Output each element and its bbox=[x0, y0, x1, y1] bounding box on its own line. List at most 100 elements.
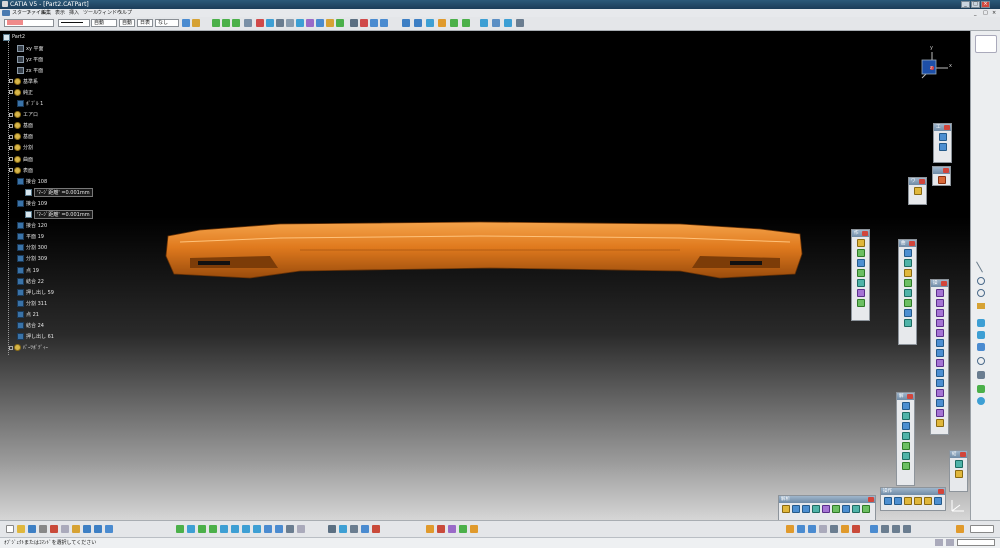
sphere-tool-icon[interactable] bbox=[977, 357, 985, 365]
surface-icon-2[interactable] bbox=[894, 497, 902, 505]
apply-icon[interactable] bbox=[956, 525, 964, 533]
law-icon[interactable] bbox=[954, 460, 963, 468]
save-icon[interactable] bbox=[28, 525, 36, 533]
tree-expand-toggle[interactable] bbox=[9, 112, 13, 117]
axis-icon[interactable] bbox=[286, 19, 294, 27]
surface-icon-6[interactable] bbox=[934, 497, 942, 505]
env-icon[interactable] bbox=[808, 525, 816, 533]
porcupine-icon[interactable] bbox=[901, 432, 910, 440]
join-icon[interactable] bbox=[935, 289, 944, 297]
split-icon[interactable] bbox=[935, 309, 944, 317]
loft-icon[interactable] bbox=[903, 309, 912, 317]
invert-icon[interactable] bbox=[935, 419, 944, 427]
light-bottom-icon[interactable] bbox=[830, 525, 838, 533]
fly-icon[interactable] bbox=[176, 525, 184, 533]
app-menu-icon[interactable] bbox=[2, 10, 10, 16]
fill-tool-icon[interactable] bbox=[977, 319, 985, 327]
tree-item[interactable]: 結合 24 bbox=[17, 322, 44, 330]
menu-tools[interactable]: ツール bbox=[83, 9, 98, 17]
redo-icon[interactable] bbox=[414, 19, 422, 27]
trim-icon[interactable] bbox=[935, 319, 944, 327]
surface-icon-4[interactable] bbox=[914, 497, 922, 505]
light-icon[interactable] bbox=[326, 19, 334, 27]
heal-icon[interactable] bbox=[935, 299, 944, 307]
tree-item[interactable]: 基準系 bbox=[9, 77, 38, 85]
tree-item[interactable]: 分割 309 bbox=[17, 255, 47, 263]
multi-view-icon[interactable] bbox=[297, 525, 305, 533]
texture-icon[interactable] bbox=[819, 525, 827, 533]
scene-icon[interactable] bbox=[797, 525, 805, 533]
palette-close-icon[interactable] bbox=[960, 452, 966, 457]
tree-expand-toggle[interactable] bbox=[9, 145, 13, 150]
rotate-icon[interactable] bbox=[222, 19, 230, 27]
point-icon[interactable] bbox=[856, 239, 865, 247]
spline-icon[interactable] bbox=[856, 299, 865, 307]
plane-icon[interactable] bbox=[856, 259, 865, 267]
painter-icon[interactable] bbox=[182, 19, 190, 27]
blend-tool-icon[interactable] bbox=[977, 371, 985, 379]
extract-icon[interactable] bbox=[935, 339, 944, 347]
sketch-icon[interactable] bbox=[266, 19, 274, 27]
command-input[interactable] bbox=[957, 539, 995, 546]
workbench-icon[interactable] bbox=[975, 35, 997, 53]
tree-item[interactable]: ﾎﾞﾌﾞﾙ 1 bbox=[17, 100, 43, 108]
palette-work[interactable]: ワ bbox=[908, 177, 927, 205]
palette-analysis-h[interactable]: 解析 bbox=[778, 495, 876, 521]
render-bottom-icon[interactable] bbox=[786, 525, 794, 533]
blend-icon[interactable] bbox=[903, 319, 912, 327]
help-icon[interactable] bbox=[105, 525, 113, 533]
tree-item[interactable]: yz 平面 bbox=[17, 55, 43, 63]
tree-item[interactable]: エアロ bbox=[9, 111, 38, 119]
tree-item[interactable]: 表面 bbox=[9, 166, 33, 174]
surface-icon-5[interactable] bbox=[924, 497, 932, 505]
line-icon[interactable] bbox=[856, 249, 865, 257]
tree-expand-toggle[interactable] bbox=[9, 134, 13, 139]
tools-bottom-icon[interactable] bbox=[470, 525, 478, 533]
symmetry-op-icon[interactable] bbox=[935, 379, 944, 387]
snap-point-icon[interactable] bbox=[937, 176, 946, 184]
record-icon[interactable] bbox=[437, 525, 445, 533]
snap-icon[interactable] bbox=[244, 19, 252, 27]
point-icon[interactable] bbox=[360, 19, 368, 27]
mode-select[interactable]: 日表 bbox=[137, 19, 153, 27]
sketch-bottom-icon[interactable] bbox=[870, 525, 878, 533]
tree-item[interactable]: 曲面 bbox=[9, 155, 33, 163]
tree-item[interactable]: xy 平面 bbox=[17, 44, 44, 52]
wire-icon[interactable] bbox=[492, 19, 500, 27]
linetype-select[interactable] bbox=[58, 19, 90, 27]
open-icon[interactable] bbox=[17, 525, 25, 533]
rotate-view-icon[interactable] bbox=[209, 525, 217, 533]
arc-tool-icon[interactable] bbox=[977, 277, 985, 285]
palette-close-icon[interactable] bbox=[909, 241, 915, 246]
tree-item[interactable]: 接合 108 bbox=[17, 177, 47, 185]
tree-expand-toggle[interactable] bbox=[9, 345, 13, 350]
swap-space-icon[interactable] bbox=[286, 525, 294, 533]
catalog-icon[interactable] bbox=[954, 470, 963, 478]
layer-select[interactable]: 自動 bbox=[119, 19, 135, 27]
paste-icon[interactable] bbox=[72, 525, 80, 533]
table-icon[interactable] bbox=[350, 525, 358, 533]
tree-item[interactable]: ﾊﾟｰﾂﾎﾞﾃﾞｨｰ bbox=[9, 344, 48, 352]
hand-icon[interactable] bbox=[913, 187, 922, 195]
palette-wireframe[interactable]: 作 bbox=[851, 229, 870, 321]
undo-icon[interactable] bbox=[402, 19, 410, 27]
update-icon[interactable] bbox=[426, 19, 434, 27]
fit-icon[interactable] bbox=[462, 19, 470, 27]
print-bottom-icon[interactable] bbox=[881, 525, 889, 533]
apply-material-icon[interactable] bbox=[841, 525, 849, 533]
reflect-icon[interactable] bbox=[901, 452, 910, 460]
tree-item[interactable]: 押し出し 59 bbox=[17, 288, 54, 296]
circle-icon[interactable] bbox=[856, 289, 865, 297]
curve-icon[interactable] bbox=[380, 19, 388, 27]
hide-icon[interactable] bbox=[275, 525, 283, 533]
grid-icon[interactable] bbox=[938, 133, 947, 141]
palette-close-icon[interactable] bbox=[943, 168, 949, 173]
brush-icon[interactable] bbox=[192, 19, 200, 27]
analysis-icon-2[interactable] bbox=[792, 505, 800, 513]
macro-icon[interactable] bbox=[426, 525, 434, 533]
multi-section-icon[interactable] bbox=[977, 343, 985, 351]
palette-close-icon[interactable] bbox=[944, 125, 950, 130]
maximize-button[interactable]: □ bbox=[971, 1, 980, 8]
select-icon[interactable] bbox=[350, 19, 358, 27]
doc-restore-button[interactable]: □ bbox=[983, 9, 988, 17]
